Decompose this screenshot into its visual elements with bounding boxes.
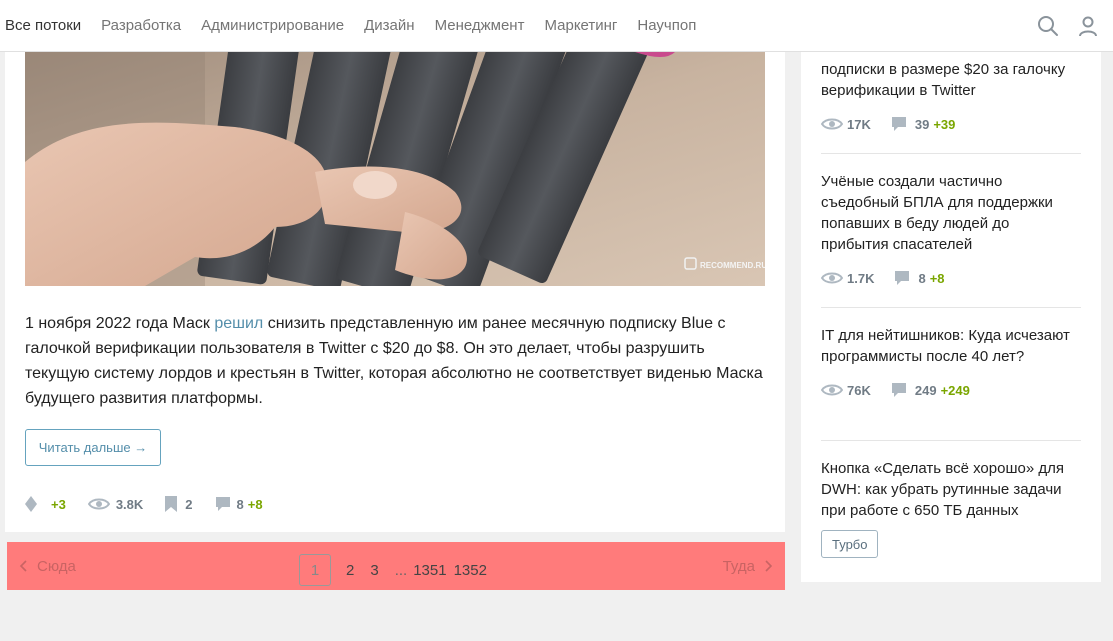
flows-menu: Все потоки Разработка Администрирование … <box>5 0 716 50</box>
next-page[interactable]: Туда <box>723 542 773 590</box>
chevron-left-icon <box>19 560 27 572</box>
news-comments-new: +39 <box>933 116 956 132</box>
views-stat: 3.8K <box>87 496 144 512</box>
user-icon[interactable] <box>1075 13 1101 39</box>
page-link[interactable]: 2 <box>346 554 354 586</box>
news-views-count: 1.7K <box>847 270 875 286</box>
rating-icon <box>25 496 37 512</box>
search-icon[interactable] <box>1035 13 1061 39</box>
article-text-part: 1 ноября 2022 года Маск <box>25 315 215 332</box>
image-watermark: RECOMMEND.RU <box>700 261 765 270</box>
news-comments-count: 39 <box>914 116 930 132</box>
news-comments[interactable]: 8 +8 <box>894 270 945 286</box>
tag-turbo[interactable]: Турбо <box>821 530 879 558</box>
news-comments-new: +249 <box>940 382 970 398</box>
comment-icon <box>895 271 910 285</box>
page-ellipsis: ... <box>394 561 408 579</box>
news-meta: 1.7K 8 +8 <box>821 268 1081 288</box>
eye-icon <box>821 118 843 130</box>
comments-stat[interactable]: 8 +8 <box>215 496 263 512</box>
divider <box>821 153 1081 154</box>
page-numbers: 1 2 3 ... 1351 1352 <box>299 554 503 586</box>
prev-page: Сюда <box>19 542 76 590</box>
flow-development[interactable]: Разработка <box>101 17 181 34</box>
news-meta: 17K 39 +39 <box>821 114 1081 134</box>
news-comments-count: 8 <box>918 270 926 286</box>
news-views: 17K <box>821 117 871 132</box>
news-views-count: 17K <box>847 116 871 132</box>
news-title[interactable]: Кнопка «Сделать всё хорошо» для DWH: как… <box>821 458 1081 521</box>
news-comments-new: +8 <box>929 270 945 286</box>
prev-page-label: Сюда <box>37 557 76 575</box>
page-current: 1 <box>299 554 331 586</box>
news-item: подписки в размере $20 за галочку верифи… <box>821 59 1081 134</box>
comments-count: 8 <box>236 496 244 512</box>
flow-design[interactable]: Дизайн <box>364 17 414 34</box>
news-comments-count: 249 <box>914 382 937 398</box>
divider <box>821 307 1081 308</box>
page-link[interactable]: 1352 <box>454 554 487 586</box>
decided-link[interactable]: решил <box>214 315 263 332</box>
comments-new-count: +8 <box>247 496 263 512</box>
article-lead: 1 ноября 2022 года Маск решил снизить пр… <box>25 311 770 411</box>
news-title[interactable]: Учёные создали частично съедобный БПЛА д… <box>821 171 1081 255</box>
eye-icon <box>87 498 110 510</box>
news-title[interactable]: подписки в размере $20 за галочку верифи… <box>821 59 1081 101</box>
comment-icon <box>891 383 906 397</box>
next-page-label: Туда <box>722 557 755 575</box>
divider <box>821 440 1081 441</box>
article-card: RECOMMEND.RU 1 ноября 2022 года Маск реш… <box>5 52 785 532</box>
comment-icon <box>215 497 230 511</box>
views-count: 3.8K <box>115 496 144 512</box>
flow-all[interactable]: Все потоки <box>5 17 81 34</box>
votes-count: +3 <box>51 496 66 512</box>
sidebar-news: подписки в размере $20 за галочку верифи… <box>801 52 1101 582</box>
flow-marketing[interactable]: Маркетинг <box>544 17 617 34</box>
article-stats: +3 3.8K 2 8 +8 <box>25 494 285 514</box>
page-link[interactable]: 3 <box>370 554 378 586</box>
news-item: Учёные создали частично съедобный БПЛА д… <box>821 171 1081 288</box>
pagination: Сюда 1 2 3 ... 1351 1352 Туда <box>7 542 785 590</box>
comment-icon <box>891 117 906 131</box>
bookmarks-count: 2 <box>185 496 193 512</box>
news-item: Кнопка «Сделать всё хорошо» для DWH: как… <box>821 458 1081 521</box>
news-comments[interactable]: 39 +39 <box>891 116 956 132</box>
news-views-count: 76K <box>847 382 871 398</box>
flow-management[interactable]: Менеджмент <box>435 17 525 34</box>
eye-icon <box>821 272 843 284</box>
news-title[interactable]: IT для нейтишников: Куда исчезают програ… <box>821 325 1081 367</box>
read-more-button[interactable]: Читать дальше → <box>25 429 161 466</box>
news-item: IT для нейтишников: Куда исчезают програ… <box>821 325 1081 400</box>
page-link[interactable]: 1351 <box>413 554 446 586</box>
news-views: 76K <box>821 383 871 398</box>
bookmarks-stat[interactable]: 2 <box>165 496 193 512</box>
top-navigation: Все потоки Разработка Администрирование … <box>0 0 1113 52</box>
votes-stat[interactable]: +3 <box>25 496 66 512</box>
article-image[interactable]: RECOMMEND.RU <box>25 52 765 286</box>
bookmark-icon <box>165 496 178 512</box>
chevron-right-icon <box>765 560 773 572</box>
flow-administration[interactable]: Администрирование <box>201 17 344 34</box>
news-meta: 76K 249 +249 <box>821 380 1081 400</box>
news-views: 1.7K <box>821 271 874 286</box>
flow-popsci[interactable]: Научпоп <box>637 17 696 34</box>
news-comments[interactable]: 249 +249 <box>891 382 970 398</box>
eye-icon <box>821 384 843 396</box>
header-icons <box>1021 13 1101 39</box>
